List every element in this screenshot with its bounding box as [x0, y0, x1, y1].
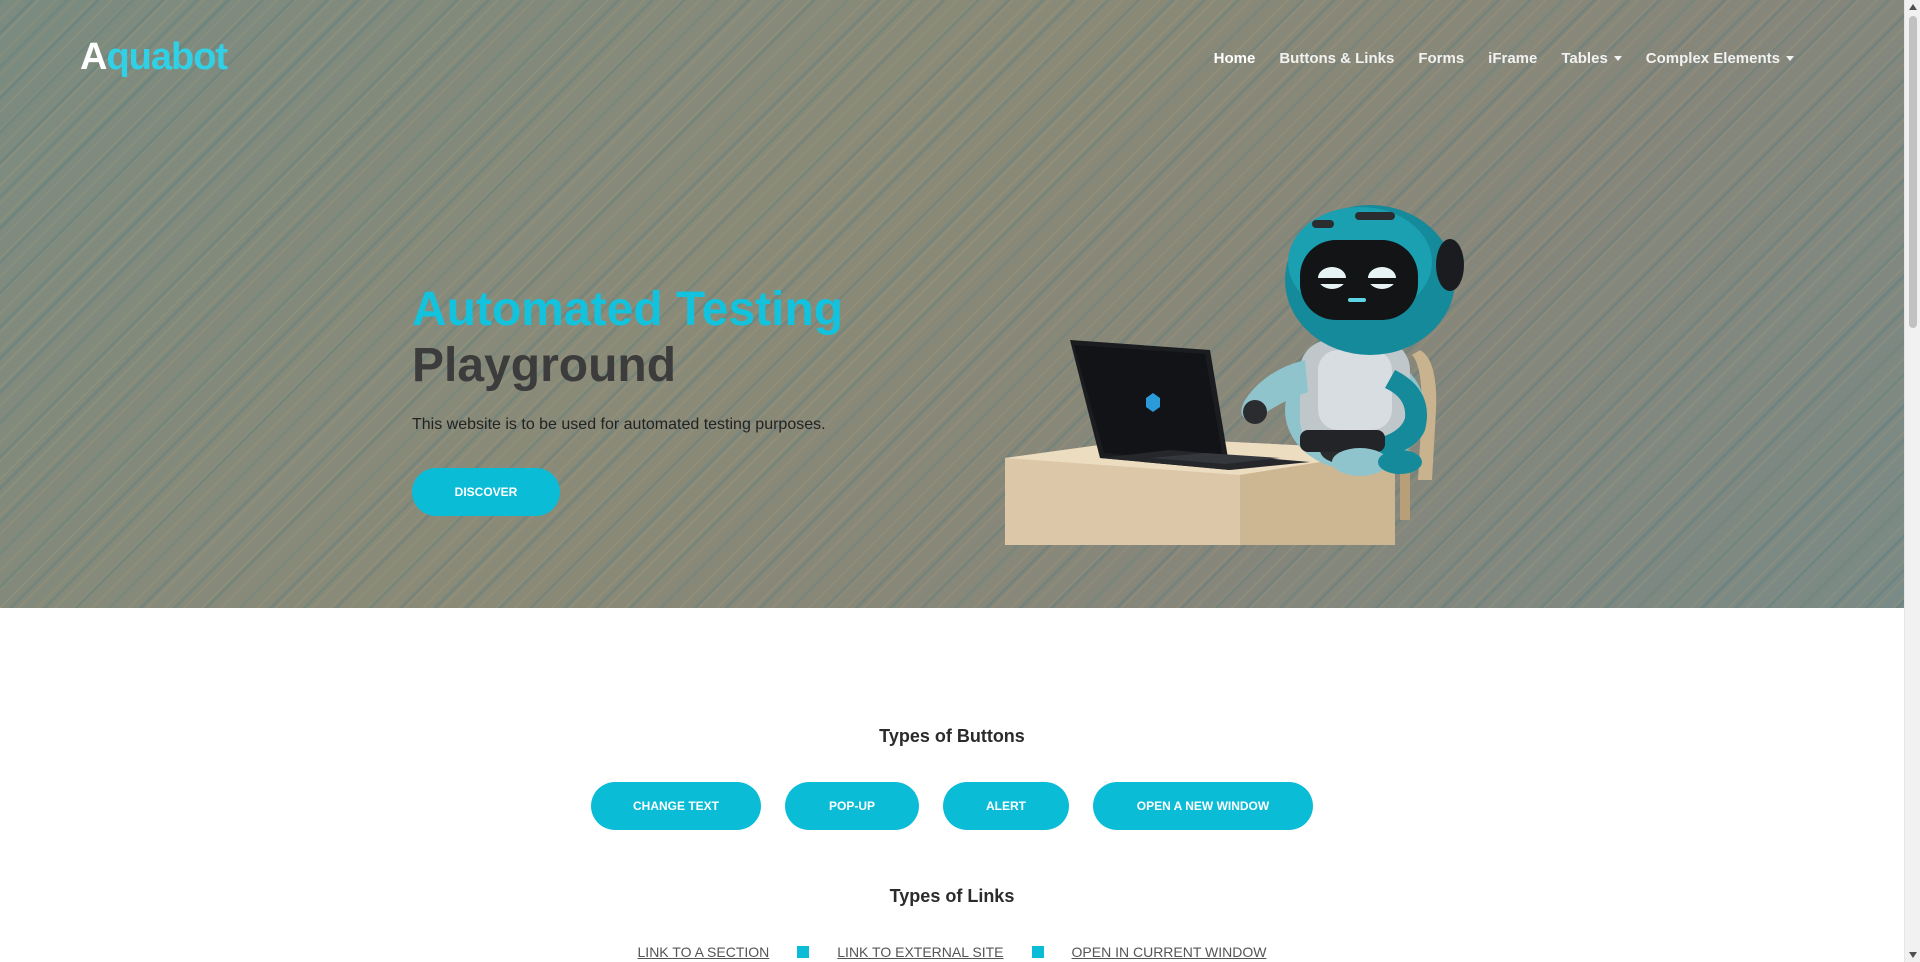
robot-illustration	[1000, 200, 1500, 545]
popup-button[interactable]: POP-UP	[785, 782, 919, 830]
main-nav: Home Buttons & Links Forms iFrame Tables…	[1214, 50, 1794, 67]
link-to-external-site[interactable]: LINK TO EXTERNAL SITE	[837, 944, 1003, 960]
scroll-thumb[interactable]	[1909, 16, 1917, 328]
caret-down-icon	[1613, 56, 1622, 61]
vertical-scrollbar[interactable]	[1904, 0, 1920, 962]
nav-item-complex-elements[interactable]: Complex Elements	[1646, 50, 1794, 67]
caret-down-icon	[1786, 56, 1794, 61]
buttons-row: CHANGE TEXT POP-UP ALERT OPEN A NEW WIND…	[0, 782, 1904, 830]
scroll-up-arrow-icon[interactable]	[1909, 4, 1917, 10]
nav-item-forms[interactable]: Forms	[1418, 50, 1464, 67]
nav-label: Tables	[1561, 50, 1608, 67]
logo-letter: A	[80, 36, 107, 78]
site-logo[interactable]: Aquabot	[80, 36, 228, 79]
nav-label: Complex Elements	[1645, 50, 1780, 67]
robot-at-desk-image	[1005, 205, 1464, 545]
nav-label: Forms	[1418, 50, 1465, 67]
nav-item-iframe[interactable]: iFrame	[1488, 50, 1537, 67]
links-section-title: Types of Links	[889, 886, 1015, 906]
hero-text: Automated Testing Playground This websit…	[412, 282, 932, 516]
scroll-down-arrow-icon[interactable]	[1909, 952, 1917, 958]
nav-item-home[interactable]: Home	[1214, 50, 1256, 67]
link-to-section[interactable]: LINK TO A SECTION	[638, 944, 770, 960]
nav-item-buttons-links[interactable]: Buttons & Links	[1279, 50, 1394, 67]
nav-label: Buttons & Links	[1279, 50, 1395, 67]
hero-subtitle: This website is to be used for automated…	[412, 416, 826, 433]
buttons-section-title: Types of Buttons	[879, 726, 1025, 746]
discover-button[interactable]: DISCOVER	[412, 468, 560, 516]
nav-item-tables[interactable]: Tables	[1561, 50, 1622, 67]
logo-text: quabot	[106, 36, 228, 78]
hero-title: Playground	[412, 339, 677, 392]
links-row: LINK TO A SECTION LINK TO EXTERNAL SITE …	[0, 944, 1904, 960]
nav-label: Home	[1213, 50, 1256, 67]
square-bullet-icon	[1031, 946, 1044, 958]
hero-banner: Aquabot Home Buttons & Links Forms iFram…	[0, 0, 1904, 608]
link-open-current-window[interactable]: OPEN IN CURRENT WINDOW	[1072, 944, 1267, 960]
alert-button[interactable]: ALERT	[943, 782, 1069, 830]
open-new-window-button[interactable]: OPEN A NEW WINDOW	[1093, 782, 1313, 830]
nav-label: iFrame	[1488, 50, 1538, 67]
square-bullet-icon	[797, 946, 810, 958]
change-text-button[interactable]: CHANGE TEXT	[591, 782, 761, 830]
page: Aquabot Home Buttons & Links Forms iFram…	[0, 0, 1920, 962]
hero-title-highlight: Automated Testing	[412, 283, 844, 336]
